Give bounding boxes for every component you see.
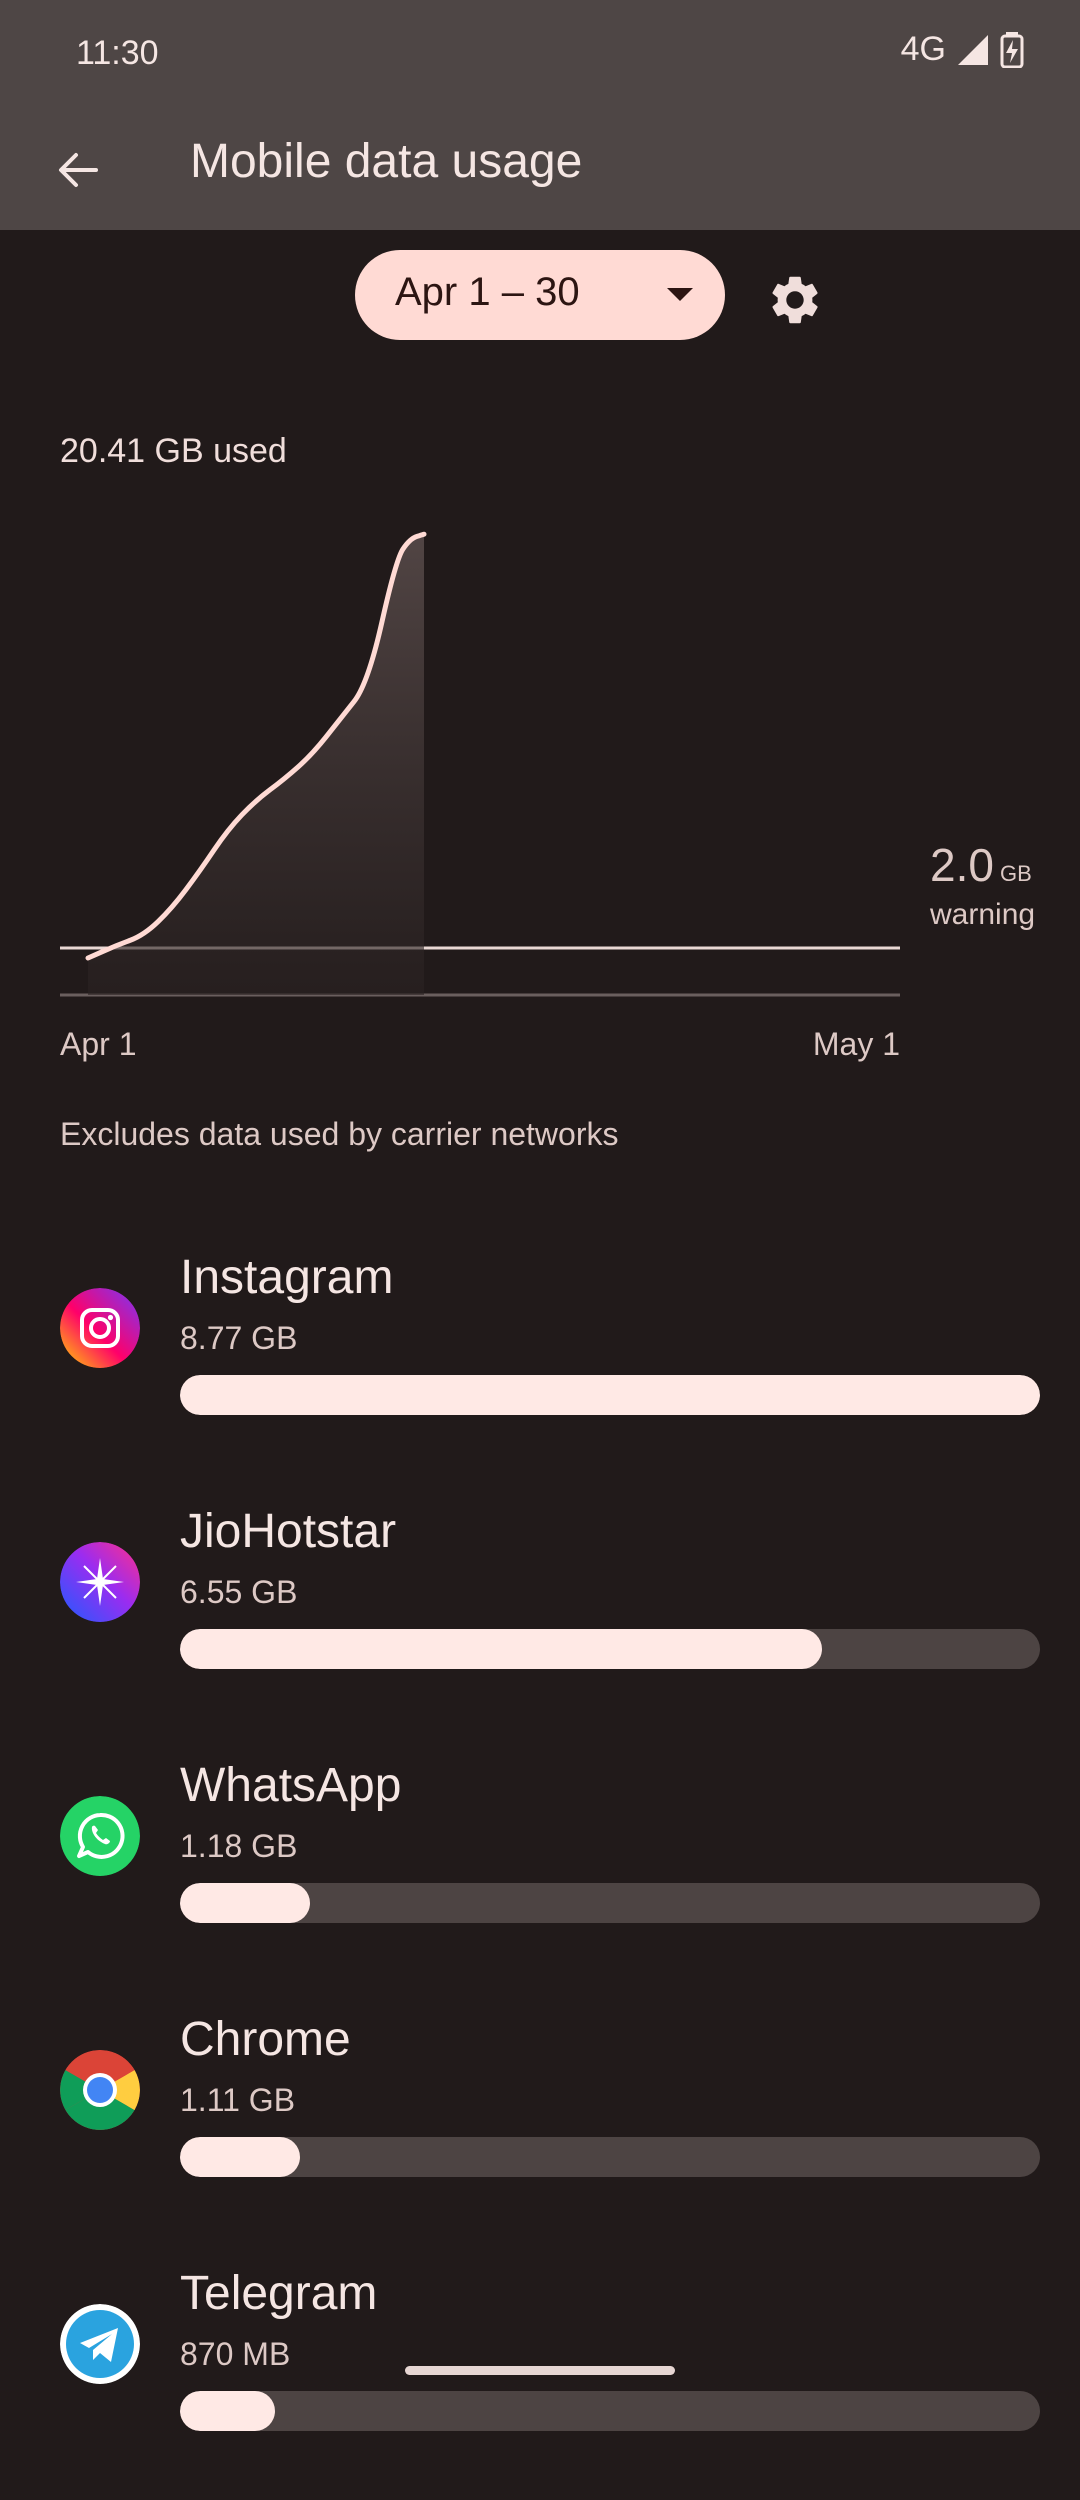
status-icons: 4G (901, 30, 1024, 69)
app-row-chrome[interactable]: Chrome 1.11 GB (0, 1992, 1080, 2246)
usage-bar-track (180, 1883, 1040, 1923)
app-row-instagram[interactable]: Instagram 8.77 GB (0, 1230, 1080, 1484)
app-name: Instagram (180, 1251, 394, 1304)
chrome-icon (60, 2050, 140, 2130)
usage-bar-fill (180, 2137, 301, 2177)
warning-label: warning (930, 898, 1036, 931)
total-usage-label: 20.41 GB used (60, 432, 287, 470)
carrier-exclusion-note: Excludes data used by carrier networks (60, 1116, 619, 1152)
app-name: Telegram (180, 2267, 378, 2320)
usage-bar-fill (180, 1629, 823, 1669)
usage-bar-track (180, 1375, 1040, 1415)
data-settings-button[interactable] (760, 265, 830, 335)
x-axis-end-label: May 1 (812, 1026, 900, 1062)
telegram-icon (60, 2304, 140, 2384)
app-size: 1.11 GB (180, 2082, 296, 2118)
usage-bar-track (180, 2391, 1040, 2431)
app-name: JioHotstar (180, 1505, 397, 1558)
status-time: 11:30 (76, 34, 159, 72)
instagram-icon (60, 1288, 140, 1368)
app-bar: Mobile data usage (0, 110, 1080, 230)
usage-bar-fill (180, 1375, 1040, 1415)
back-button[interactable] (40, 132, 116, 208)
whatsapp-icon (60, 1796, 140, 1876)
period-dropdown[interactable]: Apr 1 – 30 (355, 250, 725, 340)
usage-bar-track (180, 1629, 1040, 1669)
battery-charging-icon (1000, 31, 1024, 68)
period-label: Apr 1 – 30 (395, 270, 580, 314)
app-size: 870 MB (180, 2336, 291, 2372)
usage-bar-fill (180, 2391, 275, 2431)
app-size: 6.55 GB (180, 1574, 298, 1610)
warning-value: 2.0 GB (930, 838, 1032, 892)
arrow-back-icon (59, 153, 98, 187)
signal-icon (958, 34, 988, 65)
status-bar: 11:30 4G (0, 0, 1080, 110)
x-axis-start-label: Apr 1 (60, 1026, 137, 1062)
jiohotstar-icon (60, 1542, 140, 1622)
warning-amount: 2.0 (930, 839, 994, 891)
app-name: Chrome (180, 2013, 351, 2066)
app-name: WhatsApp (180, 1759, 402, 1812)
dropdown-caret-icon (667, 288, 693, 301)
usage-bar-fill (180, 1883, 310, 1923)
app-row-whatsapp[interactable]: WhatsApp 1.18 GB (0, 1738, 1080, 1992)
page-title: Mobile data usage (190, 135, 583, 188)
network-type-label: 4G (900, 30, 946, 68)
gear-icon (772, 276, 818, 324)
usage-area-fill (88, 534, 424, 995)
usage-chart (60, 531, 900, 997)
home-indicator[interactable] (405, 2366, 675, 2375)
usage-bar-track (180, 2137, 1040, 2177)
warning-unit: GB (999, 861, 1032, 886)
app-row-jiohotstar[interactable]: JioHotstar 6.55 GB (0, 1484, 1080, 1738)
app-size: 8.77 GB (180, 1320, 298, 1356)
app-size: 1.18 GB (180, 1828, 298, 1864)
